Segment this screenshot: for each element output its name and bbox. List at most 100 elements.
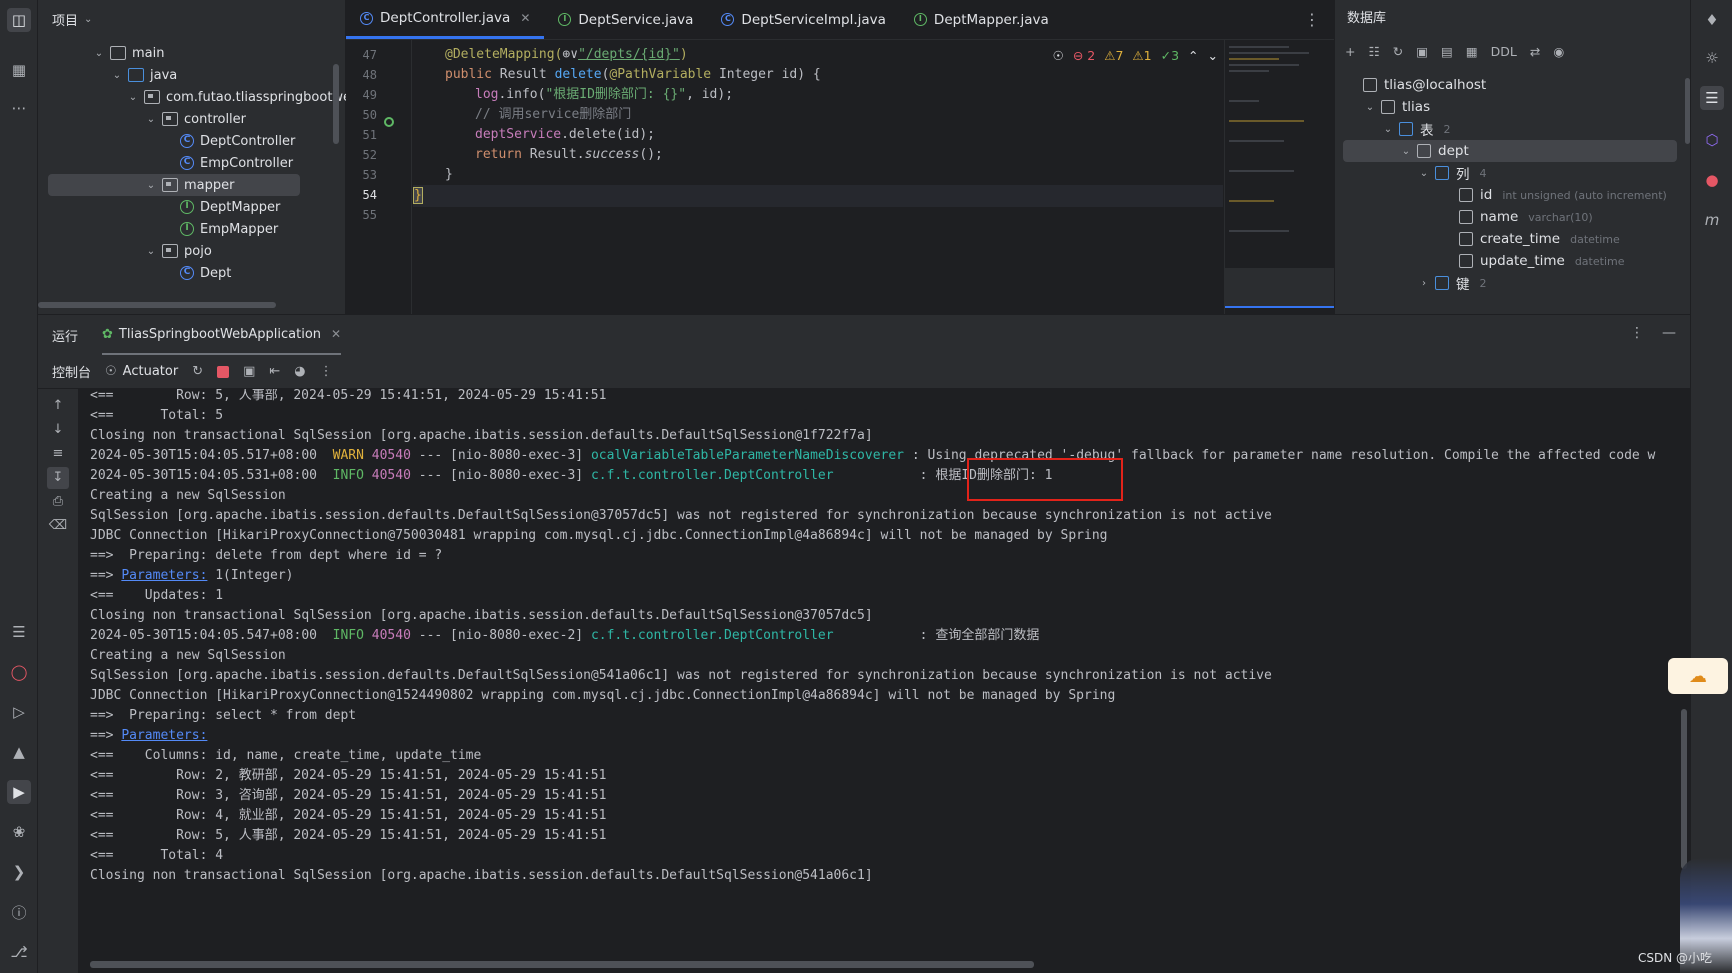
build-icon[interactable]: ▲	[7, 740, 31, 764]
rerun-icon[interactable]: ↻	[192, 364, 203, 379]
camera-icon[interactable]: ▣	[243, 364, 255, 379]
soft-wrap-icon[interactable]: ≡	[47, 443, 69, 465]
project-scrollbar-vertical[interactable]	[333, 64, 339, 144]
line-number[interactable]: 54	[363, 184, 377, 206]
line-number[interactable]: 50	[363, 104, 377, 126]
editor-tab[interactable]: I DeptService.java	[544, 0, 707, 39]
chevron-down-icon[interactable]: ⌄	[110, 70, 124, 81]
chevron-down-icon[interactable]: ⌄	[1399, 146, 1413, 157]
inspection-widget[interactable]: ☉ ⊖ 2 ⚠7 ⚠1 ✓3 ⌃ ⌄	[1053, 48, 1218, 63]
line-number[interactable]: 49	[363, 84, 377, 106]
line-number[interactable]: 47	[363, 44, 377, 66]
minimap-viewport[interactable]	[1225, 268, 1335, 308]
cloud-upload-button[interactable]: ☁	[1668, 658, 1728, 694]
arrow-down-icon[interactable]: ↓	[47, 419, 69, 441]
chevron-down-icon[interactable]: ⌄	[126, 92, 140, 103]
database-tree-item[interactable]: name varchar(10)	[1441, 206, 1593, 228]
scroll-to-end-icon[interactable]: ↧	[47, 467, 69, 489]
database-tree-item[interactable]: ⌄ 表 2	[1381, 118, 1451, 140]
plugin-icon[interactable]: ⬡	[1700, 128, 1724, 152]
project-tree-item[interactable]: I DeptMapper	[162, 196, 280, 218]
chevron-down-icon[interactable]: ⌄	[144, 246, 158, 257]
database-tree-item[interactable]: tlias@localhost	[1345, 74, 1486, 96]
database-tree-item[interactable]: update_time datetime	[1441, 250, 1624, 272]
editor-tab[interactable]: I DeptMapper.java	[900, 0, 1063, 39]
hide-eye-icon[interactable]: ☉	[1053, 48, 1064, 63]
globe-icon[interactable]: ⊕∨	[562, 47, 578, 62]
view-icon[interactable]: ◉	[1553, 44, 1564, 59]
project-scrollbar-horizontal[interactable]	[38, 302, 276, 308]
project-tree-item[interactable]: ⌄ java	[110, 64, 177, 86]
warning-count[interactable]: ⚠7	[1104, 48, 1123, 63]
compare-icon[interactable]: ⇄	[1530, 44, 1540, 59]
dump-threads-icon[interactable]: ◕	[294, 364, 305, 379]
close-icon[interactable]: ✕	[520, 11, 530, 25]
project-folder-icon[interactable]: ◫	[7, 8, 31, 32]
chevron-down-icon[interactable]: ⌄	[92, 48, 106, 59]
line-number[interactable]: 48	[363, 64, 377, 86]
clear-trash-icon[interactable]: ⌫	[47, 515, 69, 537]
path-string[interactable]: "/depts/{id}"	[578, 47, 680, 62]
tabs-more-icon[interactable]: ⋮	[1304, 10, 1320, 29]
ai-assistant-icon[interactable]: ☼	[1700, 46, 1724, 70]
terminal-icon[interactable]: ❯	[7, 860, 31, 884]
database-tool-icon[interactable]: ☰	[1700, 86, 1724, 110]
actuator-tab[interactable]: ☉ Actuator	[105, 364, 178, 379]
ddl-button[interactable]: DDL	[1491, 44, 1517, 59]
database-tree-item[interactable]: ⌄ dept	[1343, 140, 1677, 162]
chevron-down-icon[interactable]: ⌄	[144, 180, 158, 191]
project-tree-item[interactable]: ⌄ com.futao.tliasspringbootwe	[126, 86, 351, 108]
maven-icon[interactable]: m	[1700, 208, 1724, 232]
debug-icon[interactable]: ❀	[7, 820, 31, 844]
restore-layout-icon[interactable]: ⇤	[269, 364, 280, 379]
print-icon[interactable]: ⎙	[47, 491, 69, 513]
database-tree-item[interactable]: id int unsigned (auto increment)	[1441, 184, 1667, 206]
stop-icon[interactable]	[217, 365, 230, 378]
datasource-icon[interactable]: ☷	[1368, 44, 1379, 59]
parameters-link[interactable]: Parameters:	[121, 568, 207, 583]
database-tree-item[interactable]: create_time datetime	[1441, 228, 1620, 250]
console-output[interactable]: <== Row: 5, 人事部, 2024-05-29 15:41:51, 20…	[78, 389, 1690, 973]
run-icon[interactable]: ▶	[7, 780, 31, 804]
services-icon[interactable]: ▷	[7, 700, 31, 724]
parameters-link[interactable]: Parameters:	[121, 728, 207, 743]
project-tree-item[interactable]: C EmpController	[162, 152, 293, 174]
chevron-down-icon[interactable]: ⌄	[1208, 48, 1218, 63]
disconnect-icon[interactable]: ▣	[1416, 44, 1428, 59]
ok-count[interactable]: ✓3	[1161, 48, 1179, 63]
arrow-up-icon[interactable]: ↑	[47, 395, 69, 417]
database-icon[interactable]: ☰	[7, 620, 31, 644]
run-config-tab[interactable]: ✿ TliasSpringbootWebApplication ✕	[102, 315, 342, 355]
profiler-icon[interactable]: ◯	[7, 660, 31, 684]
project-tree-item[interactable]: ⌄ main	[92, 42, 165, 64]
bean-icon[interactable]: ●	[1700, 168, 1724, 192]
notifications-icon[interactable]: ♦	[1700, 8, 1724, 32]
weak-warning-count[interactable]: ⚠1	[1132, 48, 1151, 63]
git-icon[interactable]: ⎇	[7, 940, 31, 964]
database-tree-item[interactable]: ⌄ 列 4	[1417, 162, 1487, 184]
chevron-down-icon[interactable]: ⌄	[1417, 168, 1431, 179]
project-tree-item[interactable]: ⌄ controller	[144, 108, 246, 130]
refresh-icon[interactable]: ↻	[1393, 44, 1403, 59]
database-tree-item[interactable]: › 键 2	[1417, 272, 1487, 294]
more-tools-icon[interactable]: ⋯	[7, 96, 31, 120]
line-number[interactable]: 51	[363, 124, 377, 146]
problems-icon[interactable]: ⓘ	[7, 900, 31, 924]
chevron-down-icon[interactable]: ⌄	[144, 114, 158, 125]
add-icon[interactable]: +	[1345, 44, 1355, 59]
table-icon[interactable]: ▦	[1466, 44, 1478, 59]
minimize-icon[interactable]: —	[1662, 325, 1676, 341]
chevron-up-icon[interactable]: ⌃	[1188, 48, 1198, 63]
project-tree-item[interactable]: C Dept	[162, 262, 231, 284]
console-icon[interactable]: ▤	[1441, 44, 1453, 59]
project-tree-item[interactable]: ⌄ mapper	[48, 174, 300, 196]
console-tab[interactable]: 控制台	[52, 362, 91, 381]
close-icon[interactable]: ✕	[331, 327, 341, 341]
database-tree-item[interactable]: ⌄ tlias	[1363, 96, 1430, 118]
project-tree-item[interactable]: ⌄ pojo	[144, 240, 212, 262]
more-icon[interactable]: ⋮	[320, 364, 333, 379]
line-number[interactable]: 52	[363, 144, 377, 166]
code-area[interactable]: @DeleteMapping(⊕∨"/depts/{id}") public R…	[413, 40, 1223, 314]
minimap[interactable]	[1224, 40, 1335, 314]
editor-tab[interactable]: C DeptServiceImpl.java	[707, 0, 900, 39]
